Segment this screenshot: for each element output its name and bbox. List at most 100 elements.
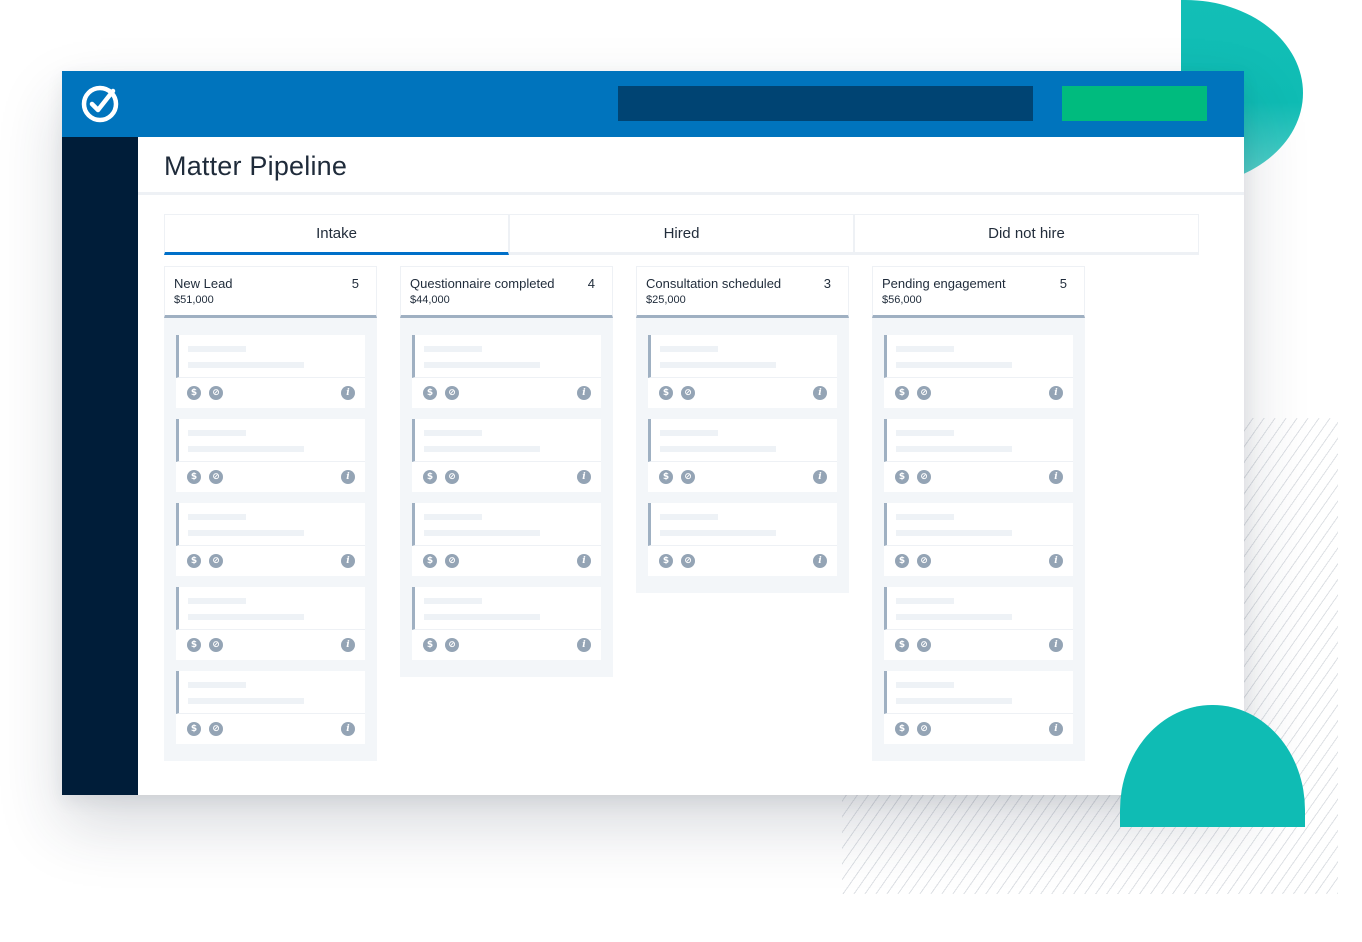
tab-intake[interactable]: Intake bbox=[164, 214, 509, 255]
matter-card[interactable]: $ ⊘ i bbox=[412, 503, 601, 576]
matter-card[interactable]: $ ⊘ i bbox=[412, 587, 601, 660]
column-header: Questionnaire completed 4 $44,000 bbox=[400, 266, 613, 318]
placeholder-line bbox=[896, 430, 954, 436]
column-name: Pending engagement bbox=[882, 276, 1006, 291]
info-icon[interactable]: i bbox=[1049, 638, 1063, 652]
search-bar[interactable] bbox=[618, 86, 1033, 121]
placeholder-line bbox=[188, 598, 246, 604]
matter-card[interactable]: $ ⊘ i bbox=[176, 587, 365, 660]
matter-card[interactable]: $ ⊘ i bbox=[884, 587, 1073, 660]
dollar-icon[interactable]: $ bbox=[659, 470, 673, 484]
placeholder-line bbox=[896, 346, 954, 352]
info-icon[interactable]: i bbox=[1049, 722, 1063, 736]
placeholder-line bbox=[660, 530, 776, 536]
info-icon[interactable]: i bbox=[341, 554, 355, 568]
dollar-icon[interactable]: $ bbox=[187, 638, 201, 652]
info-icon[interactable]: i bbox=[813, 554, 827, 568]
info-icon[interactable]: i bbox=[577, 638, 591, 652]
page-header: Matter Pipeline bbox=[138, 137, 1244, 195]
placeholder-line bbox=[188, 346, 246, 352]
placeholder-line bbox=[424, 598, 482, 604]
dollar-icon[interactable]: $ bbox=[187, 386, 201, 400]
info-icon[interactable]: i bbox=[813, 386, 827, 400]
ban-icon[interactable]: ⊘ bbox=[209, 470, 223, 484]
info-icon[interactable]: i bbox=[341, 638, 355, 652]
matter-card[interactable]: $ ⊘ i bbox=[176, 419, 365, 492]
column-count: 4 bbox=[587, 276, 595, 291]
matter-card[interactable]: $ ⊘ i bbox=[648, 419, 837, 492]
matter-card[interactable]: $ ⊘ i bbox=[176, 503, 365, 576]
tab-hired[interactable]: Hired bbox=[509, 214, 854, 255]
matter-card[interactable]: $ ⊘ i bbox=[412, 419, 601, 492]
dollar-icon[interactable]: $ bbox=[659, 386, 673, 400]
dollar-icon[interactable]: $ bbox=[659, 554, 673, 568]
matter-card[interactable]: $ ⊘ i bbox=[648, 503, 837, 576]
ban-icon[interactable]: ⊘ bbox=[681, 470, 695, 484]
ban-icon[interactable]: ⊘ bbox=[917, 638, 931, 652]
column-header: Pending engagement 5 $56,000 bbox=[872, 266, 1085, 318]
matter-card[interactable]: $ ⊘ i bbox=[884, 671, 1073, 744]
ban-icon[interactable]: ⊘ bbox=[445, 470, 459, 484]
ban-icon[interactable]: ⊘ bbox=[917, 722, 931, 736]
ban-icon[interactable]: ⊘ bbox=[209, 554, 223, 568]
ban-icon[interactable]: ⊘ bbox=[681, 554, 695, 568]
dollar-icon[interactable]: $ bbox=[187, 554, 201, 568]
dollar-icon[interactable]: $ bbox=[423, 554, 437, 568]
info-icon[interactable]: i bbox=[1049, 386, 1063, 400]
ban-icon[interactable]: ⊘ bbox=[209, 638, 223, 652]
placeholder-line bbox=[896, 698, 1012, 704]
matter-card[interactable]: $ ⊘ i bbox=[412, 335, 601, 408]
ban-icon[interactable]: ⊘ bbox=[209, 722, 223, 736]
info-icon[interactable]: i bbox=[577, 470, 591, 484]
primary-action-button[interactable] bbox=[1062, 86, 1207, 121]
ban-icon[interactable]: ⊘ bbox=[445, 638, 459, 652]
info-icon[interactable]: i bbox=[1049, 554, 1063, 568]
dollar-icon[interactable]: $ bbox=[187, 470, 201, 484]
matter-card[interactable]: $ ⊘ i bbox=[884, 503, 1073, 576]
tab-did-not-hire[interactable]: Did not hire bbox=[854, 214, 1199, 255]
ban-icon[interactable]: ⊘ bbox=[445, 386, 459, 400]
dollar-icon[interactable]: $ bbox=[895, 554, 909, 568]
dollar-icon[interactable]: $ bbox=[895, 470, 909, 484]
sidebar bbox=[62, 137, 138, 795]
placeholder-line bbox=[424, 614, 540, 620]
info-icon[interactable]: i bbox=[1049, 470, 1063, 484]
pipeline-column-new-lead: New Lead 5 $51,000 $ ⊘ i $ ⊘ i $ ⊘ i $ ⊘ i $ ⊘ i bbox=[164, 266, 377, 761]
placeholder-line bbox=[424, 446, 540, 452]
dollar-icon[interactable]: $ bbox=[895, 722, 909, 736]
dollar-icon[interactable]: $ bbox=[895, 638, 909, 652]
main-content: Matter Pipeline Intake Hired Did not hir… bbox=[138, 137, 1244, 795]
dollar-icon[interactable]: $ bbox=[423, 386, 437, 400]
info-icon[interactable]: i bbox=[341, 386, 355, 400]
info-icon[interactable]: i bbox=[341, 470, 355, 484]
matter-card[interactable]: $ ⊘ i bbox=[648, 335, 837, 408]
placeholder-line bbox=[424, 346, 482, 352]
card-content-placeholder bbox=[884, 587, 1073, 630]
info-icon[interactable]: i bbox=[577, 554, 591, 568]
info-icon[interactable]: i bbox=[813, 470, 827, 484]
matter-card[interactable]: $ ⊘ i bbox=[176, 671, 365, 744]
card-content-placeholder bbox=[648, 335, 837, 378]
info-icon[interactable]: i bbox=[341, 722, 355, 736]
column-name: Questionnaire completed bbox=[410, 276, 555, 291]
matter-card[interactable]: $ ⊘ i bbox=[884, 335, 1073, 408]
pipeline-column-consultation-scheduled: Consultation scheduled 3 $25,000 $ ⊘ i $ ⊘ i $… bbox=[636, 266, 849, 593]
info-icon[interactable]: i bbox=[577, 386, 591, 400]
matter-card[interactable]: $ ⊘ i bbox=[884, 419, 1073, 492]
matter-card[interactable]: $ ⊘ i bbox=[176, 335, 365, 408]
dollar-icon[interactable]: $ bbox=[423, 470, 437, 484]
dollar-icon[interactable]: $ bbox=[423, 638, 437, 652]
ban-icon[interactable]: ⊘ bbox=[917, 386, 931, 400]
dollar-icon[interactable]: $ bbox=[895, 386, 909, 400]
ban-icon[interactable]: ⊘ bbox=[917, 554, 931, 568]
card-content-placeholder bbox=[648, 419, 837, 462]
ban-icon[interactable]: ⊘ bbox=[209, 386, 223, 400]
ban-icon[interactable]: ⊘ bbox=[681, 386, 695, 400]
column-total: $56,000 bbox=[882, 294, 922, 306]
checkmark-logo-icon[interactable] bbox=[80, 84, 120, 124]
ban-icon[interactable]: ⊘ bbox=[917, 470, 931, 484]
ban-icon[interactable]: ⊘ bbox=[445, 554, 459, 568]
placeholder-line bbox=[896, 446, 1012, 452]
card-content-placeholder bbox=[412, 335, 601, 378]
dollar-icon[interactable]: $ bbox=[187, 722, 201, 736]
